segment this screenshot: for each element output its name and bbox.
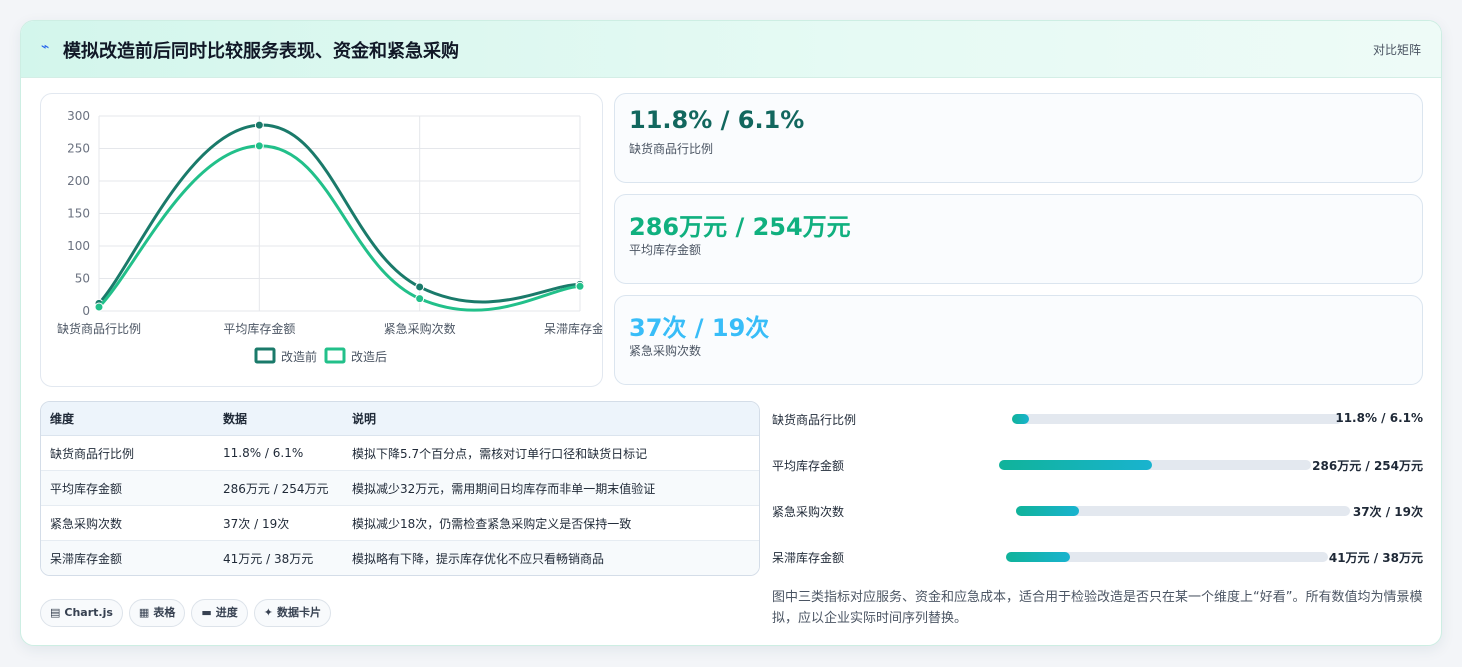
- table-cell: 11.8% / 6.1%: [214, 435, 343, 471]
- y-tick-label: 300: [67, 109, 90, 123]
- footnote: 图中三类指标对应服务、资金和应急成本，适合用于检验改造是否只在某一个维度上“好看…: [772, 590, 1423, 626]
- series-line-2: [97, 144, 581, 312]
- x-tick-label: 紧急采购次数: [384, 321, 456, 336]
- data-point: [415, 294, 425, 304]
- progress-value: 37次 / 19次: [1352, 505, 1423, 519]
- table-row: 平均库存金额 286万元 / 254万元 模拟减少32万元，需用期间日均库存而非…: [41, 470, 759, 506]
- data-point: [415, 282, 425, 292]
- progress-label: 缺货商品行比例: [772, 413, 857, 427]
- legend-swatch: [324, 347, 346, 364]
- table-cell: 286万元 / 254万元: [214, 470, 343, 506]
- stat-card-urgent: 37次 / 19次 紧急采购次数: [614, 295, 1423, 385]
- progress-row: 紧急采购次数 37次 / 19次: [772, 501, 1423, 521]
- progress-fill: [1012, 414, 1029, 424]
- y-tick-label: 150: [67, 207, 90, 221]
- table-icon: ▦: [138, 606, 150, 619]
- column-header: 数据: [214, 402, 343, 436]
- stat-value: 37次 / 19次: [629, 314, 770, 342]
- progress-label: 呆滞库存金额: [772, 551, 845, 565]
- series-line-1: [97, 123, 581, 305]
- tech-chips: ▤ Chart.js ▦ 表格 ▬ 进度 ✦ 数据卡片: [40, 599, 337, 627]
- stat-label: 紧急采购次数: [629, 344, 702, 358]
- data-point: [575, 281, 585, 291]
- table-cell: 紧急采购次数: [41, 505, 214, 541]
- table-cell: 模拟减少18次，仍需检查紧急采购定义是否保持一致: [343, 505, 759, 541]
- stat-label: 平均库存金额: [629, 243, 702, 257]
- line-chart: 0 50 100 150 200 250 300 缺货商品行比例 平均库存金额 紧急采购次数 呆滞库…: [40, 93, 603, 387]
- progress-row: 呆滞库存金额 41万元 / 38万元: [772, 547, 1423, 567]
- chip-label: 进度: [215, 606, 238, 619]
- data-point: [254, 120, 264, 130]
- card-header: ⌁ 模拟改造前后同时比较服务表现、资金和紧急采购 对比矩阵: [21, 21, 1441, 78]
- chip-label: 表格: [153, 606, 176, 619]
- chip-chartjs[interactable]: ▤ Chart.js: [40, 599, 123, 627]
- stat-value: 286万元 / 254万元: [629, 213, 851, 241]
- progress-row: 平均库存金额 286万元 / 254万元: [772, 455, 1423, 475]
- comparison-card: ⌁ 模拟改造前后同时比较服务表现、资金和紧急采购 对比矩阵 0 50 100 150 2…: [20, 20, 1442, 646]
- progress-track: [1006, 552, 1328, 562]
- data-point: [254, 141, 264, 151]
- table-cell: 模拟减少32万元，需用期间日均库存而非单一期末值验证: [343, 470, 759, 506]
- table-cell: 平均库存金额: [41, 470, 214, 506]
- x-tick-label: 缺货商品行比例: [57, 321, 141, 336]
- progress-value: 286万元 / 254万元: [1312, 459, 1423, 473]
- stat-label: 缺货商品行比例: [629, 142, 714, 156]
- table-cell: 37次 / 19次: [214, 505, 343, 541]
- progress-label: 紧急采购次数: [772, 505, 845, 519]
- column-header: 维度: [41, 402, 214, 436]
- chip-table[interactable]: ▦ 表格: [128, 599, 186, 627]
- y-tick-label: 200: [67, 174, 90, 188]
- progress-track: [1016, 506, 1350, 516]
- y-tick-label: 50: [75, 272, 90, 286]
- table-row: 呆滞库存金额 41万元 / 38万元 模拟略有下降，提示库存优化不应只看畅销商品: [41, 540, 759, 575]
- y-tick-label: 0: [82, 304, 90, 318]
- chip-progress[interactable]: ▬ 进度: [191, 599, 248, 627]
- table-cell: 41万元 / 38万元: [214, 540, 343, 575]
- stat-card-shortage: 11.8% / 6.1% 缺货商品行比例: [614, 93, 1423, 183]
- x-tick-label: 呆滞库存金额: [544, 321, 602, 336]
- column-header: 说明: [343, 402, 759, 436]
- table-header-row: 维度 数据 说明: [41, 402, 759, 436]
- progress-value: 11.8% / 6.1%: [1335, 411, 1423, 425]
- progress-track: [999, 460, 1311, 470]
- table-row: 紧急采购次数 37次 / 19次 模拟减少18次，仍需检查紧急采购定义是否保持一…: [41, 505, 759, 541]
- legend-label: 改造前: [281, 349, 317, 364]
- stat-value: 11.8% / 6.1%: [629, 106, 805, 134]
- progress-row: 缺货商品行比例 11.8% / 6.1%: [772, 409, 1423, 429]
- chart-icon: ▤: [50, 606, 61, 619]
- y-tick-label: 250: [67, 142, 90, 156]
- lightning-icon: ⌁: [41, 39, 50, 55]
- chip-data-card[interactable]: ✦ 数据卡片: [253, 599, 331, 627]
- progress-label: 平均库存金额: [772, 459, 845, 473]
- progress-value: 41万元 / 38万元: [1328, 551, 1423, 565]
- y-tick-label: 100: [67, 239, 90, 253]
- table-cell: 缺货商品行比例: [41, 435, 214, 471]
- chart-canvas: 0 50 100 150 200 250 300 缺货商品行比例 平均库存金额 紧急采购次数 呆滞库…: [57, 109, 602, 364]
- progress-fill: [1006, 552, 1071, 562]
- sparkle-icon: ✦: [263, 606, 273, 619]
- legend-label: 改造后: [351, 350, 387, 364]
- table-cell: 呆滞库存金额: [41, 540, 214, 575]
- progress-track: [1012, 414, 1342, 424]
- card-title: 模拟改造前后同时比较服务表现、资金和紧急采购: [63, 41, 459, 62]
- data-point: [94, 302, 104, 312]
- table-cell: 模拟略有下降，提示库存优化不应只看畅销商品: [343, 540, 759, 575]
- chip-label: 数据卡片: [276, 606, 321, 619]
- header-tag: 对比矩阵: [1372, 43, 1421, 57]
- chip-label: Chart.js: [64, 606, 113, 619]
- progress-fill: [1016, 506, 1080, 516]
- legend-swatch: [254, 347, 276, 364]
- x-tick-label: 平均库存金额: [223, 321, 295, 336]
- table-row: 缺货商品行比例 11.8% / 6.1% 模拟下降5.7个百分点，需核对订单行口…: [41, 435, 759, 471]
- data-table: 维度 数据 说明 缺货商品行比例 11.8% / 6.1% 模拟下降5.7个百分…: [40, 401, 760, 576]
- progress-fill: [999, 460, 1152, 470]
- progress-icon: ▬: [201, 606, 212, 619]
- table-cell: 模拟下降5.7个百分点，需核对订单行口径和缺货日标记: [343, 435, 759, 471]
- stat-card-inventory: 286万元 / 254万元 平均库存金额: [614, 194, 1423, 284]
